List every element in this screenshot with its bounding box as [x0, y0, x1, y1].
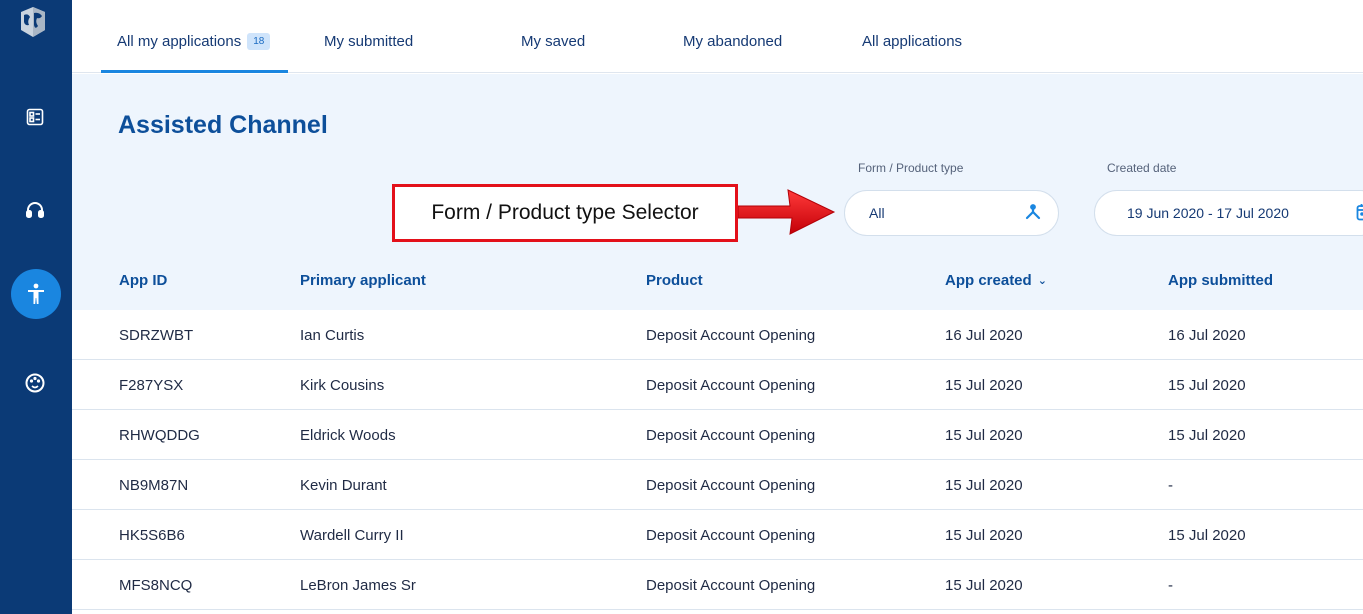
app-id-cell: RHWQDDG — [119, 427, 200, 444]
table-row[interactable]: HK5S6B6 Wardell Curry II Deposit Account… — [72, 510, 1363, 560]
table-header: App ID Primary applicant Product App cre… — [72, 252, 1363, 310]
applicant-cell: Eldrick Woods — [300, 427, 396, 444]
column-header-app-id[interactable]: App ID — [119, 272, 167, 289]
app-id-cell: MFS8NCQ — [119, 577, 193, 594]
product-type-label: Form / Product type — [858, 161, 964, 175]
product-type-selector[interactable]: All — [844, 190, 1059, 236]
chevron-down-icon: ⌄ — [1037, 275, 1047, 287]
submitted-cell: 15 Jul 2020 — [1168, 527, 1246, 544]
table-row[interactable]: SDRZWBT Ian Curtis Deposit Account Openi… — [72, 310, 1363, 360]
product-cell: Deposit Account Opening — [646, 477, 816, 494]
submitted-cell: 15 Jul 2020 — [1168, 377, 1246, 394]
column-header-primary-applicant[interactable]: Primary applicant — [300, 272, 426, 289]
column-header-app-submitted[interactable]: App submitted — [1168, 272, 1273, 289]
form-list-icon[interactable] — [24, 106, 46, 128]
accessibility-icon[interactable] — [11, 269, 61, 319]
app-id-cell: F287YSX — [119, 377, 184, 394]
applicant-cell: LeBron James Sr — [300, 577, 416, 594]
app-id-cell: NB9M87N — [119, 477, 189, 494]
created-cell: 15 Jul 2020 — [945, 427, 1023, 444]
created-cell: 16 Jul 2020 — [945, 327, 1023, 344]
app-id-cell: SDRZWBT — [119, 327, 194, 344]
table-body: SDRZWBT Ian Curtis Deposit Account Openi… — [72, 310, 1363, 610]
table-row[interactable]: MFS8NCQ LeBron James Sr Deposit Account … — [72, 560, 1363, 610]
tab-my-submitted[interactable]: My submitted — [324, 33, 413, 50]
table-row[interactable]: RHWQDDG Eldrick Woods Deposit Account Op… — [72, 410, 1363, 460]
app-id-cell: HK5S6B6 — [119, 527, 185, 544]
product-cell: Deposit Account Opening — [646, 327, 816, 344]
created-date-picker[interactable]: 19 Jun 2020 - 17 Jul 2020 — [1094, 190, 1363, 236]
created-cell: 15 Jul 2020 — [945, 377, 1023, 394]
hierarchy-icon — [1024, 203, 1042, 224]
tab-label: All my applications — [117, 33, 242, 50]
submitted-cell: 16 Jul 2020 — [1168, 327, 1246, 344]
calendar-icon[interactable] — [1355, 202, 1363, 225]
applicant-cell: Kirk Cousins — [300, 377, 385, 394]
created-cell: 15 Jul 2020 — [945, 577, 1023, 594]
product-cell: Deposit Account Opening — [646, 377, 816, 394]
table-row[interactable]: F287YSX Kirk Cousins Deposit Account Ope… — [72, 360, 1363, 410]
sidebar — [0, 0, 72, 614]
created-date-value: 19 Jun 2020 - 17 Jul 2020 — [1127, 205, 1289, 221]
submitted-cell: - — [1168, 577, 1173, 594]
tab-bar: All my applications 18 My submitted My sa… — [72, 0, 1363, 73]
created-date-label: Created date — [1107, 161, 1177, 175]
submitted-cell: 15 Jul 2020 — [1168, 427, 1246, 444]
globe-logo-icon[interactable] — [15, 4, 51, 40]
count-badge: 18 — [247, 33, 271, 50]
submitted-cell: - — [1168, 477, 1173, 494]
annotation-arrow-icon — [737, 186, 838, 247]
column-header-app-created[interactable]: App created ⌄ — [945, 272, 1047, 289]
applicant-cell: Wardell Curry II — [300, 527, 404, 544]
palette-icon[interactable] — [24, 372, 46, 394]
created-cell: 15 Jul 2020 — [945, 527, 1023, 544]
product-cell: Deposit Account Opening — [646, 527, 816, 544]
table-row[interactable]: NB9M87N Kevin Durant Deposit Account Ope… — [72, 460, 1363, 510]
column-header-product[interactable]: Product — [646, 272, 703, 289]
product-cell: Deposit Account Opening — [646, 427, 816, 444]
product-cell: Deposit Account Opening — [646, 577, 816, 594]
tab-all-my-applications[interactable]: All my applications 18 — [117, 33, 271, 50]
tab-my-saved[interactable]: My saved — [521, 33, 585, 50]
product-type-value: All — [869, 205, 885, 221]
created-cell: 15 Jul 2020 — [945, 477, 1023, 494]
active-tab-indicator — [101, 70, 288, 73]
tab-all-applications[interactable]: All applications — [862, 33, 962, 50]
page-title: Assisted Channel — [118, 111, 328, 139]
applicant-cell: Kevin Durant — [300, 477, 387, 494]
annotation-callout: Form / Product type Selector — [392, 184, 738, 242]
applicant-cell: Ian Curtis — [300, 327, 365, 344]
column-header-label: App created — [945, 272, 1032, 289]
headset-icon[interactable] — [24, 199, 46, 221]
tab-my-abandoned[interactable]: My abandoned — [683, 33, 782, 50]
